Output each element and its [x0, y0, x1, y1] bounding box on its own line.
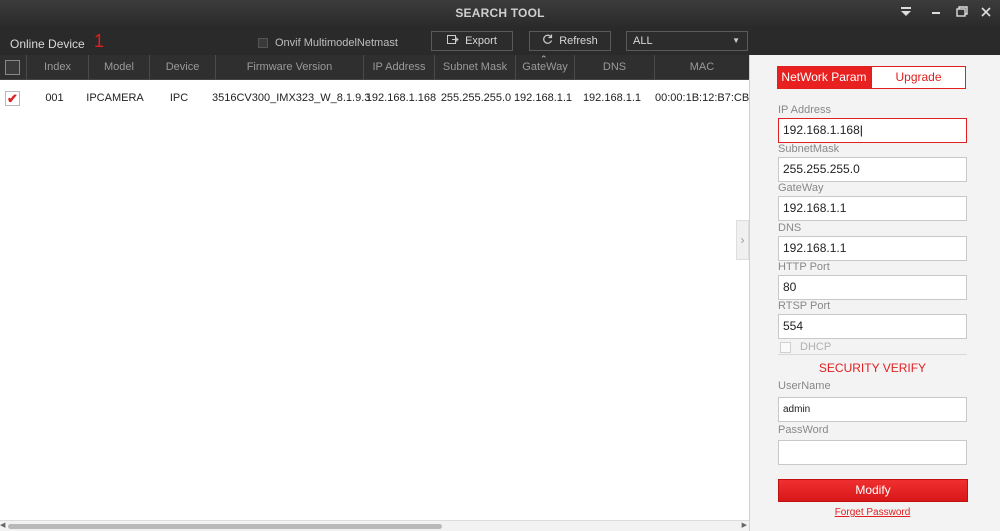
scroll-right-icon[interactable]: ▶: [742, 521, 747, 529]
gateway-field[interactable]: 192.168.1.1: [778, 196, 967, 221]
password-field[interactable]: [778, 440, 967, 465]
dhcp-checkbox[interactable]: DHCP: [780, 341, 831, 353]
password-label: PassWord: [778, 424, 829, 436]
username-label: UserName: [778, 380, 831, 392]
subnet-mask-label: SubnetMask: [778, 143, 840, 155]
ip-address-label: IP Address: [778, 104, 831, 116]
http-port-label: HTTP Port: [778, 261, 830, 273]
table-row[interactable]: ✔ 001 IPCAMERA IPC 3516CV300_IMX323_W_8.…: [0, 85, 749, 111]
network-settings-panel: NetWork Param Upgrade IP Address 192.168…: [749, 55, 1000, 531]
minimize-to-tray-icon[interactable]: [898, 5, 914, 21]
device-table-body: ✔ 001 IPCAMERA IPC 3516CV300_IMX323_W_8.…: [0, 80, 749, 520]
dhcp-label: DHCP: [800, 341, 832, 353]
http-port-field[interactable]: 80: [778, 275, 967, 300]
chevron-right-icon: ›: [740, 233, 745, 247]
refresh-label: Refresh: [559, 35, 598, 47]
device-table-header: Index Model Device Name Firmware Version…: [0, 54, 749, 98]
panel-collapse-toggle[interactable]: ›: [736, 220, 749, 260]
title-bar: SEARCH TOOL: [0, 0, 1000, 27]
restore-icon[interactable]: [954, 5, 970, 21]
window-title: SEARCH TOOL: [455, 6, 545, 20]
subnet-mask-field[interactable]: 255.255.255.0: [778, 157, 967, 182]
column-header-index[interactable]: Index: [27, 55, 89, 80]
ip-address-value: 192.168.1.168: [783, 123, 860, 137]
gateway-label: GateWay: [778, 182, 824, 194]
filter-select[interactable]: ALL ▼: [626, 31, 748, 51]
tab-upgrade[interactable]: Upgrade: [871, 66, 966, 89]
cell-device-name: IPC: [169, 92, 189, 104]
column-header-device-name[interactable]: Device Name: [150, 55, 216, 98]
column-header-model[interactable]: Model: [89, 55, 150, 80]
dhcp-checkbox-box[interactable]: [780, 341, 791, 353]
checkmark-icon: ✔: [7, 91, 18, 106]
cell-gateway: 192.168.1.1: [513, 92, 573, 104]
export-button[interactable]: Export: [431, 31, 513, 51]
cell-dns: 192.168.1.1: [582, 92, 642, 104]
toolbar: Online Device 1 Onvif MultimodelNetmast …: [0, 27, 1000, 55]
chevron-down-icon: ▼: [732, 36, 740, 45]
cell-model: IPCAMERA: [86, 92, 144, 104]
column-header-dns[interactable]: DNS: [575, 55, 655, 80]
checkbox-box[interactable]: [258, 38, 268, 48]
column-header-ip-address[interactable]: IP Address: [364, 55, 435, 80]
rtsp-port-field[interactable]: 554: [778, 314, 967, 339]
filter-value: ALL: [633, 35, 653, 47]
online-device-count: 1: [94, 31, 105, 51]
onvif-label: Onvif MultimodelNetmast: [275, 37, 398, 49]
scrollbar-thumb[interactable]: [8, 524, 442, 529]
onvif-multimodel-checkbox[interactable]: Onvif MultimodelNetmast: [258, 37, 398, 49]
dns-field[interactable]: 192.168.1.1: [778, 236, 967, 261]
export-icon: [447, 34, 459, 48]
cell-ip-address: 192.168.1.168: [365, 92, 437, 104]
forget-password-link[interactable]: Forget Password: [778, 507, 967, 518]
ip-address-field[interactable]: 192.168.1.168|: [778, 118, 967, 143]
close-icon[interactable]: [978, 5, 994, 21]
column-header-mac[interactable]: MAC: [655, 55, 749, 80]
modify-button[interactable]: Modify: [778, 479, 968, 502]
row-checkbox[interactable]: ✔: [5, 91, 20, 106]
horizontal-scrollbar[interactable]: ◀ ▶: [0, 520, 749, 531]
security-verify-title: SECURITY VERIFY: [818, 361, 927, 375]
scroll-left-icon[interactable]: ◀: [0, 521, 5, 529]
cell-index: 001: [45, 92, 64, 104]
cell-firmware: 3516CV300_IMX323_W_8.1.9.3: [212, 92, 371, 104]
column-header-subnet-mask[interactable]: Subnet Mask: [435, 55, 516, 80]
divider: [778, 354, 967, 355]
username-field[interactable]: admin: [778, 397, 967, 422]
cell-subnet-mask: 255.255.255.0: [440, 92, 512, 104]
refresh-button[interactable]: Refresh: [529, 31, 611, 51]
online-device-label: Online Device: [10, 37, 85, 51]
checkbox-column-header: [0, 55, 27, 80]
export-label: Export: [465, 35, 497, 47]
dns-label: DNS: [778, 222, 802, 234]
tab-network-param[interactable]: NetWork Param: [777, 66, 871, 89]
minimize-icon[interactable]: [928, 5, 944, 21]
cell-mac: 00:00:1B:12:B7:CB: [655, 92, 750, 104]
sort-indicator-icon: ⌃: [540, 54, 548, 64]
rtsp-port-label: RTSP Port: [778, 300, 831, 312]
refresh-icon: [542, 34, 553, 48]
column-header-firmware[interactable]: Firmware Version: [216, 55, 364, 80]
